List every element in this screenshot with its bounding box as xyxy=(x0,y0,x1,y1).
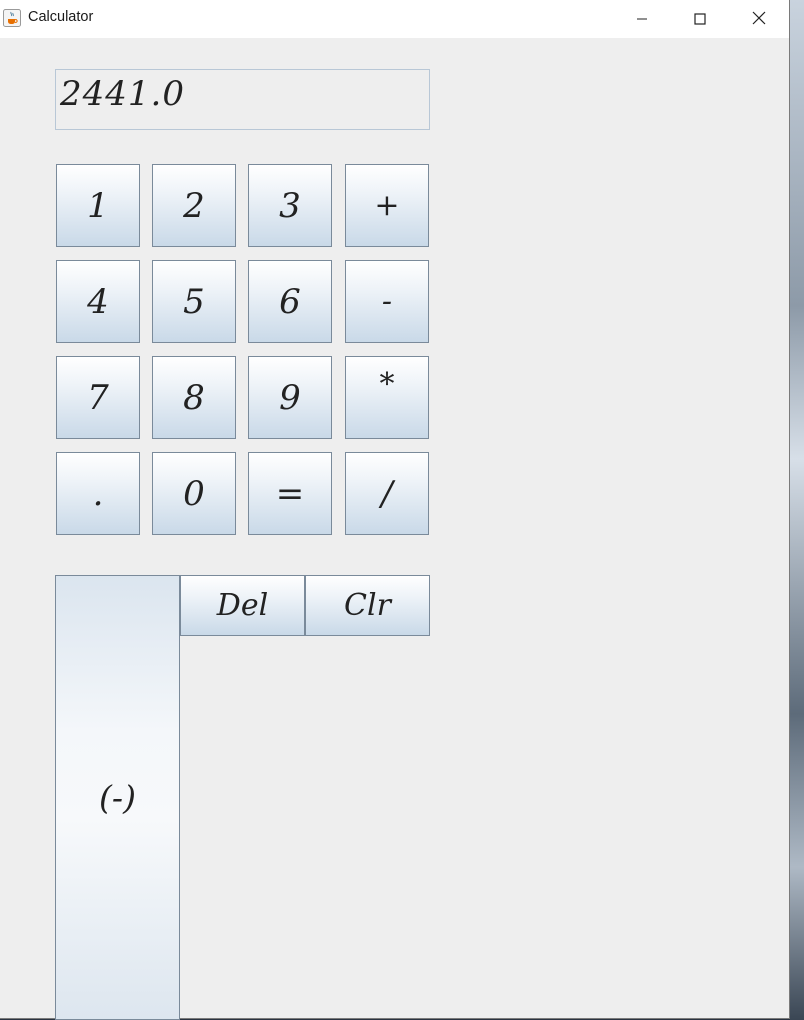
delete-button[interactable]: Del xyxy=(180,575,305,636)
minimize-button[interactable] xyxy=(613,0,671,38)
equals-button[interactable]: = xyxy=(248,452,332,535)
digit-6-button[interactable]: 6 xyxy=(248,260,332,343)
digit-2-button[interactable]: 2 xyxy=(152,164,236,247)
negate-button[interactable]: (-) xyxy=(55,575,180,1020)
calculator-window: Calculator 2441.0 1 2 3 + 4 5 6 - 7 8 9 … xyxy=(0,0,790,1020)
clear-button[interactable]: Clr xyxy=(305,575,430,636)
close-icon xyxy=(752,10,766,29)
digit-3-button[interactable]: 3 xyxy=(248,164,332,247)
digit-8-button[interactable]: 8 xyxy=(152,356,236,439)
java-cup-icon xyxy=(3,9,21,27)
close-button[interactable] xyxy=(730,0,788,38)
divide-button[interactable]: / xyxy=(345,452,429,535)
add-button[interactable]: + xyxy=(345,164,429,247)
maximize-icon xyxy=(694,10,706,29)
minimize-icon xyxy=(636,10,648,29)
title-bar[interactable]: Calculator xyxy=(0,0,789,38)
digit-4-button[interactable]: 4 xyxy=(56,260,140,343)
subtract-button[interactable]: - xyxy=(345,260,429,343)
digit-0-button[interactable]: 0 xyxy=(152,452,236,535)
digit-5-button[interactable]: 5 xyxy=(152,260,236,343)
result-display[interactable]: 2441.0 xyxy=(55,69,430,130)
desktop-wallpaper xyxy=(790,0,804,1020)
maximize-button[interactable] xyxy=(671,0,729,38)
decimal-point-button[interactable]: . xyxy=(56,452,140,535)
window-title: Calculator xyxy=(28,9,94,25)
digit-7-button[interactable]: 7 xyxy=(56,356,140,439)
digit-1-button[interactable]: 1 xyxy=(56,164,140,247)
display-value: 2441.0 xyxy=(60,74,185,114)
multiply-button[interactable]: * xyxy=(345,356,429,439)
digit-9-button[interactable]: 9 xyxy=(248,356,332,439)
